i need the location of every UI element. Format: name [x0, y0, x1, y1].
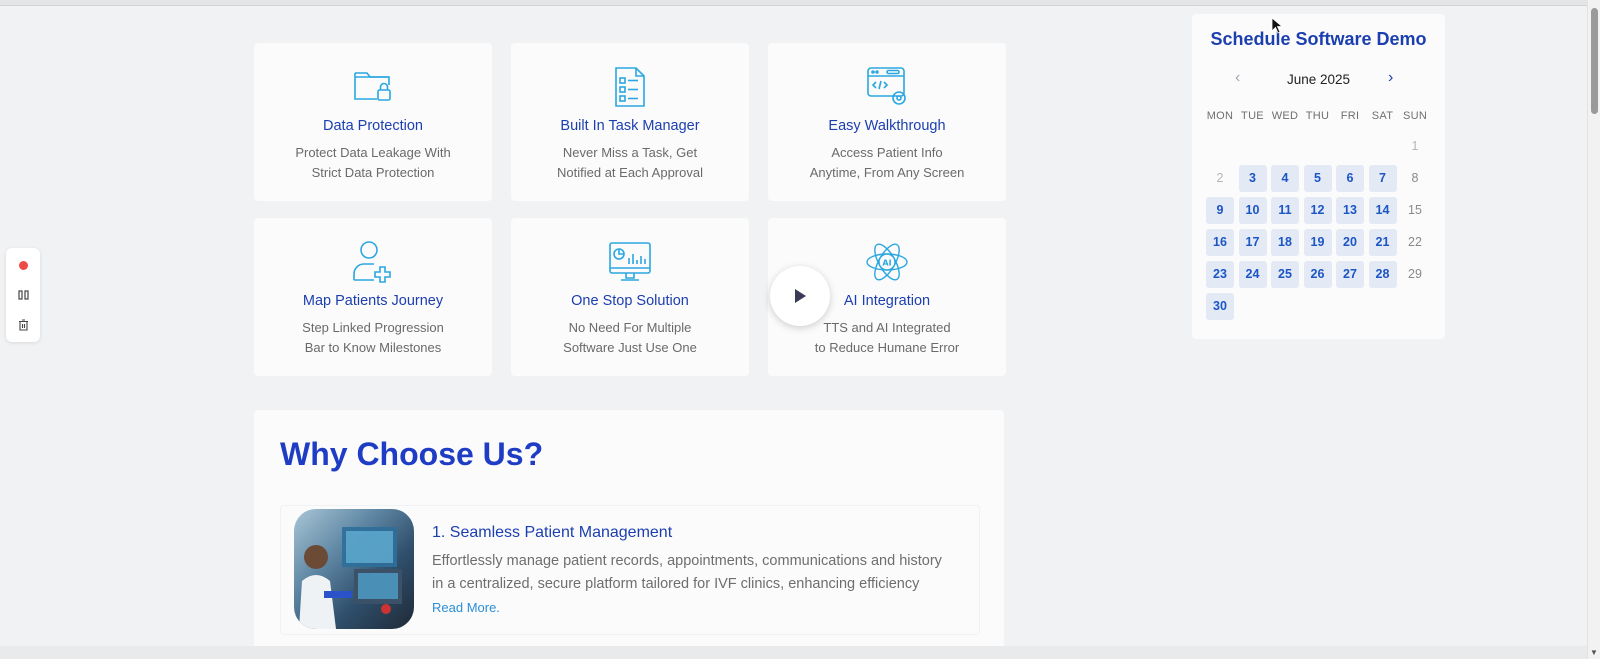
- feature-desc: Never Miss a Task, Get Notified at Each A…: [557, 145, 703, 180]
- calendar-empty-cell: [1206, 133, 1234, 160]
- calendar-day: 15: [1408, 203, 1422, 217]
- calendar-day[interactable]: 25: [1271, 261, 1299, 288]
- calendar-title: Schedule Software Demo: [1210, 29, 1427, 49]
- weekday-label: WED: [1271, 110, 1299, 122]
- calendar-day[interactable]: 10: [1238, 197, 1267, 224]
- recording-toolbar: [6, 248, 40, 342]
- calendar-day[interactable]: 13: [1336, 197, 1364, 224]
- feature-card-data-protection: Data Protection Protect Data Leakage Wit…: [254, 43, 492, 201]
- calendar-day[interactable]: 12: [1303, 197, 1332, 224]
- bottom-bar: [0, 646, 1587, 659]
- calendar-day: 1: [1411, 139, 1419, 153]
- feature-desc: No Need For Multiple Software Just Use On…: [563, 320, 697, 355]
- feature-title: Map Patients Journey: [302, 293, 444, 309]
- feature-desc: TTS and AI Integrated to Reduce Humane Er…: [814, 320, 960, 355]
- play-icon: [795, 289, 806, 303]
- chevron-right-icon[interactable]: ›: [1388, 69, 1393, 87]
- calendar-day[interactable]: 16: [1206, 229, 1234, 256]
- browser-top-edge: [0, 0, 1587, 6]
- feature-card-one-stop: One Stop Solution No Need For Multiple So…: [511, 218, 749, 376]
- vertical-scrollbar[interactable]: ▼: [1587, 0, 1600, 659]
- calendar-month: June 2025: [1286, 72, 1351, 87]
- scrollbar-thumb[interactable]: [1591, 8, 1598, 114]
- calendar-day[interactable]: 17: [1238, 229, 1267, 256]
- feature-desc: Step Linked Progression Bar to Know Miles…: [302, 320, 444, 355]
- analytics-monitor-icon: [609, 242, 651, 281]
- feature-card-patients-journey: Map Patients Journey Step Linked Progres…: [254, 218, 492, 376]
- lab-scientist-image: [294, 509, 414, 629]
- weekday-label: SAT: [1371, 110, 1394, 122]
- calendar-empty-cell: [1239, 133, 1267, 160]
- schedule-demo-calendar: Schedule Software Demo ‹ June 2025 › MON…: [1192, 14, 1445, 339]
- pause-icon[interactable]: [18, 290, 29, 300]
- calendar-day[interactable]: 26: [1303, 261, 1332, 288]
- calendar-day[interactable]: 11: [1271, 197, 1299, 224]
- calendar-day: 2: [1216, 171, 1224, 185]
- calendar-empty-cell: [1304, 133, 1332, 160]
- feature-card-task-manager: Built In Task Manager Never Miss a Task,…: [511, 43, 749, 201]
- feature-title: One Stop Solution: [571, 293, 689, 309]
- calendar-day[interactable]: 30: [1206, 293, 1234, 320]
- video-play-button[interactable]: [770, 266, 830, 326]
- calendar-day[interactable]: 3: [1238, 165, 1267, 192]
- calendar-grid: MON TUE WED THU FRI SAT SUN 1 2 3 4 5 6 7 8 9 10 11 12 13 14…: [1206, 104, 1429, 320]
- calendar-day[interactable]: 18: [1271, 229, 1299, 256]
- calendar-day[interactable]: 23: [1206, 261, 1234, 288]
- why-item-title: 1. Seamless Patient Management: [432, 524, 673, 541]
- calendar-day: 29: [1408, 267, 1422, 281]
- record-icon[interactable]: [19, 261, 28, 270]
- weekday-label: THU: [1305, 110, 1330, 122]
- scroll-down-arrow-icon[interactable]: ▼: [1590, 648, 1598, 657]
- calendar-day: 22: [1408, 235, 1422, 249]
- feature-card-walkthrough: Easy Walkthrough Access Patient Info Anyt…: [768, 43, 1006, 201]
- calendar-empty-cell: [1336, 133, 1364, 160]
- why-item: 1. Seamless Patient Management Effortles…: [280, 505, 980, 635]
- calendar-day: 8: [1411, 171, 1419, 185]
- read-more-link[interactable]: Read More.: [432, 600, 500, 615]
- mouse-cursor-icon: [1271, 17, 1283, 34]
- calendar-day[interactable]: 21: [1368, 229, 1397, 256]
- feature-title: Easy Walkthrough: [828, 118, 946, 134]
- feature-title: Built In Task Manager: [560, 118, 700, 134]
- calendar-day[interactable]: 7: [1368, 165, 1397, 192]
- calendar-day[interactable]: 6: [1336, 165, 1364, 192]
- calendar-day[interactable]: 4: [1271, 165, 1299, 192]
- calendar-empty-cell: [1369, 133, 1397, 160]
- feature-desc: Access Patient Info Anytime, From Any Scr…: [809, 145, 965, 180]
- calendar-day[interactable]: 20: [1336, 229, 1364, 256]
- folder-lock-icon: [354, 72, 391, 101]
- calendar-day[interactable]: 19: [1303, 229, 1332, 256]
- weekday-label: SUN: [1402, 110, 1428, 122]
- calendar-day[interactable]: 5: [1303, 165, 1332, 192]
- weekday-label: TUE: [1241, 110, 1264, 122]
- trash-icon[interactable]: [18, 319, 29, 331]
- weekday-label: FRI: [1340, 110, 1360, 122]
- why-choose-us-section: Why Choose Us? 1. Seamless Patient Manag…: [254, 410, 1004, 659]
- calendar-day[interactable]: 24: [1238, 261, 1267, 288]
- section-title: Why Choose Us?: [280, 436, 544, 472]
- checklist-icon: [615, 67, 645, 107]
- calendar-day[interactable]: 14: [1368, 197, 1397, 224]
- calendar-day[interactable]: 28: [1368, 261, 1397, 288]
- weekday-label: MON: [1206, 110, 1234, 122]
- calendar-day[interactable]: 27: [1336, 261, 1364, 288]
- ai-atom-icon: AI: [866, 243, 908, 281]
- why-item-text: Effortlessly manage patient records, app…: [432, 553, 942, 615]
- code-window-gear-icon: [867, 67, 906, 105]
- calendar-empty-cell: [1271, 133, 1299, 160]
- feature-desc: Protect Data Leakage With Strict Data Pro…: [295, 145, 451, 180]
- svg-text:AI: AI: [882, 259, 891, 268]
- user-add-icon: [353, 241, 391, 283]
- feature-title: Data Protection: [323, 118, 423, 134]
- calendar-day[interactable]: 9: [1206, 197, 1234, 224]
